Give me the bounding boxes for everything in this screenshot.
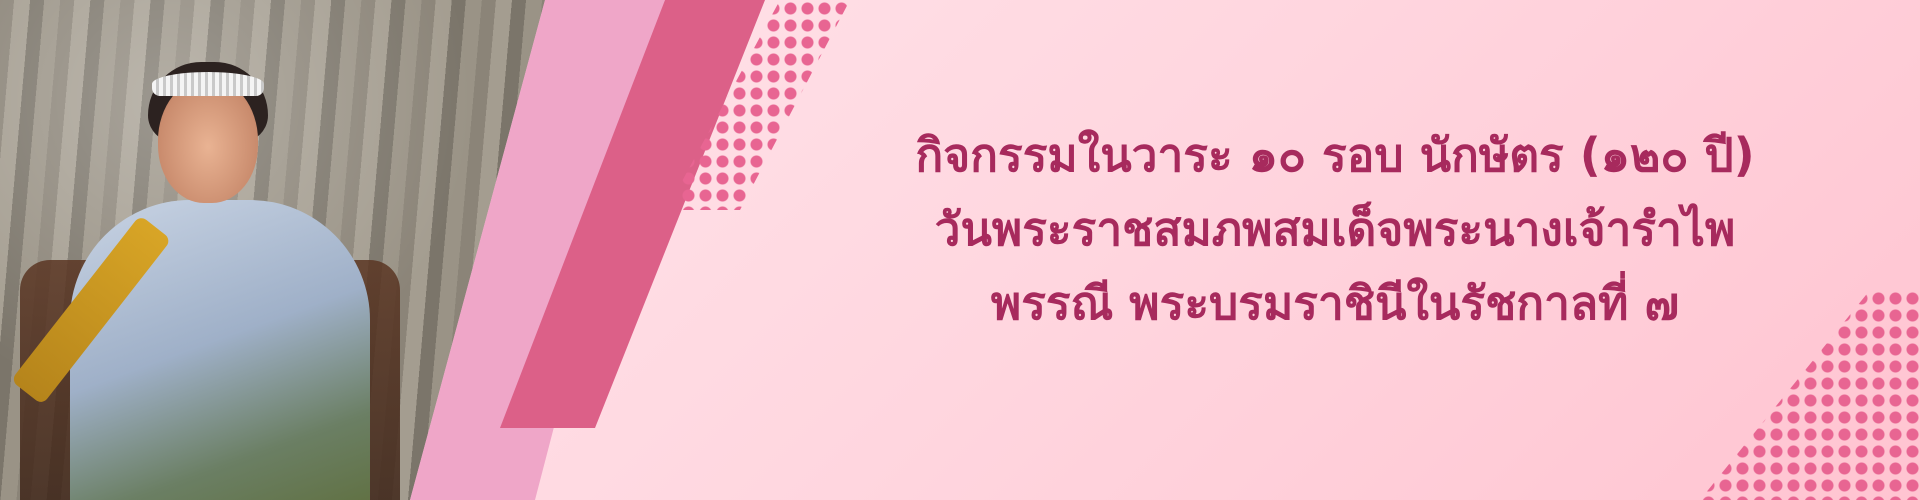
hero-banner: กิจกรรมในวาระ ๑๐ รอบ นักษัตร (๑๒๐ ปี) วั…	[0, 0, 1920, 500]
photo-figure-tiara	[152, 72, 264, 96]
banner-title-line-1: กิจกรรมในวาระ ๑๐ รอบ นักษัตร (๑๒๐ ปี)	[915, 128, 1755, 182]
banner-title-line-3: พรรณี พระบรมราชินีในรัชกาลที่ ๗	[990, 276, 1680, 330]
photo-figure-face	[158, 78, 258, 203]
banner-title-line-2: วันพระราชสมภพสมเด็จพระนางเจ้ารำไพ	[934, 202, 1736, 256]
banner-title: กิจกรรมในวาระ ๑๐ รอบ นักษัตร (๑๒๐ ปี) วั…	[790, 118, 1880, 340]
